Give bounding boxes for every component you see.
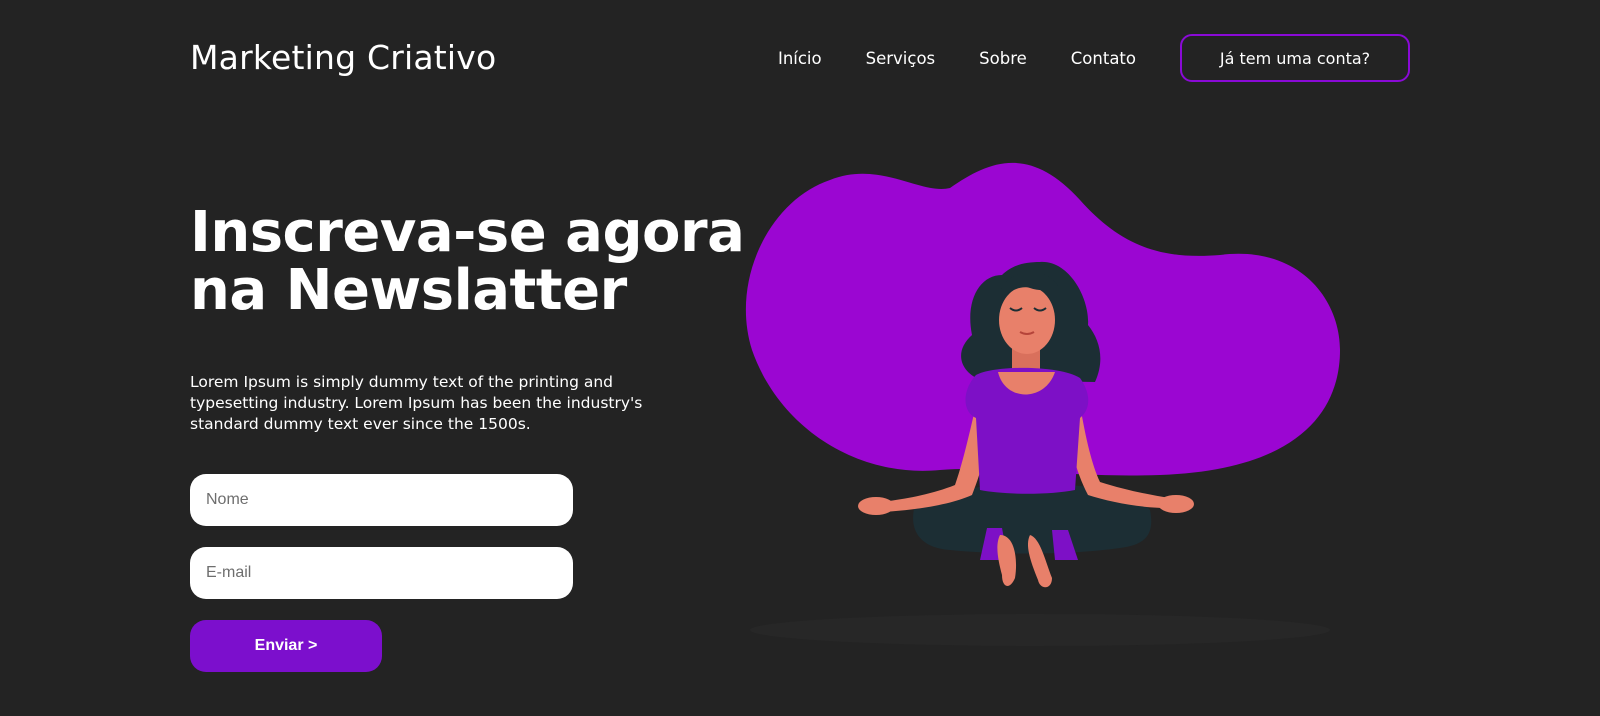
nav-item-inicio[interactable]: Início [778,49,822,68]
submit-button[interactable]: Enviar > [190,620,382,672]
site-logo[interactable]: Marketing Criativo [190,38,496,77]
title-line-2: na Newslatter [190,258,627,323]
newsletter-page: Marketing Criativo Início Serviços Sobre… [0,0,1600,716]
nav-item-contato[interactable]: Contato [1071,49,1136,68]
nav-item-sobre[interactable]: Sobre [979,49,1027,68]
nav-item-servicos[interactable]: Serviços [866,49,936,68]
left-hand [858,497,894,515]
login-button[interactable]: Já tem uma conta? [1180,34,1410,82]
hero-description: Lorem Ipsum is simply dummy text of the … [190,373,643,433]
title-line-1: Inscreva-se agora [190,200,745,265]
page-title: Inscreva-se agora na Newslatter [190,204,770,320]
main-nav: Início Serviços Sobre Contato Já tem uma… [778,34,1410,82]
floor-shadow [750,614,1330,646]
face [999,286,1055,354]
email-field[interactable] [190,547,573,599]
right-hand [1158,495,1194,513]
name-field[interactable] [190,474,573,526]
meditating-woman-icon [745,162,1340,646]
